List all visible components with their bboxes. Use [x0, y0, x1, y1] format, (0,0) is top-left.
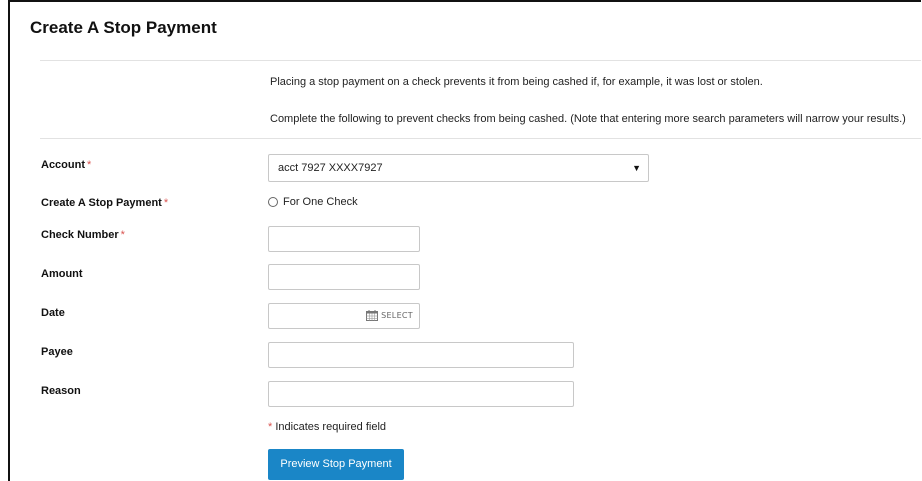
check-number-input[interactable] [268, 226, 420, 252]
required-marker: * [163, 197, 169, 209]
amount-label: Amount [41, 268, 83, 280]
preview-stop-payment-button[interactable]: Preview Stop Payment [268, 449, 404, 480]
reason-input[interactable] [268, 381, 574, 407]
date-label: Date [41, 307, 65, 319]
divider-middle [40, 138, 921, 139]
account-label-text: Account [41, 159, 85, 171]
stop-type-label: Create A Stop Payment * [41, 197, 168, 209]
caret-down-icon: ▼ [632, 163, 641, 173]
payee-input[interactable] [268, 342, 574, 368]
date-select-button[interactable]: SELECT [366, 310, 413, 321]
required-marker: * [268, 421, 273, 433]
account-selected-value: acct 7927 XXXX7927 [278, 162, 383, 174]
required-marker: * [120, 229, 125, 241]
required-field-note-text: Indicates required field [275, 421, 387, 433]
date-select-label: SELECT [381, 311, 413, 320]
page-title: Create A Stop Payment [30, 18, 217, 37]
date-input[interactable]: SELECT [268, 303, 420, 329]
check-number-label: Check Number * [41, 229, 125, 241]
stop-type-label-text: Create A Stop Payment [41, 197, 162, 209]
intro-text-1: Placing a stop payment on a check preven… [270, 76, 763, 88]
stop-payment-panel: Create A Stop Payment Placing a stop pay… [8, 0, 921, 481]
account-label: Account * [41, 159, 91, 171]
for-one-check-label: For One Check [283, 196, 358, 208]
payee-label: Payee [41, 346, 73, 358]
for-one-check-radio[interactable] [268, 197, 278, 207]
required-field-note: * Indicates required field [268, 421, 386, 433]
intro-text-2: Complete the following to prevent checks… [270, 113, 906, 125]
for-one-check-option[interactable]: For One Check [268, 196, 358, 208]
check-number-label-text: Check Number [41, 229, 119, 241]
required-marker: * [87, 159, 92, 171]
account-select[interactable]: acct 7927 XXXX7927 ▼ [268, 154, 649, 182]
calendar-icon [366, 310, 379, 321]
reason-label: Reason [41, 385, 81, 397]
divider-top [40, 60, 921, 61]
amount-input[interactable] [268, 264, 420, 290]
